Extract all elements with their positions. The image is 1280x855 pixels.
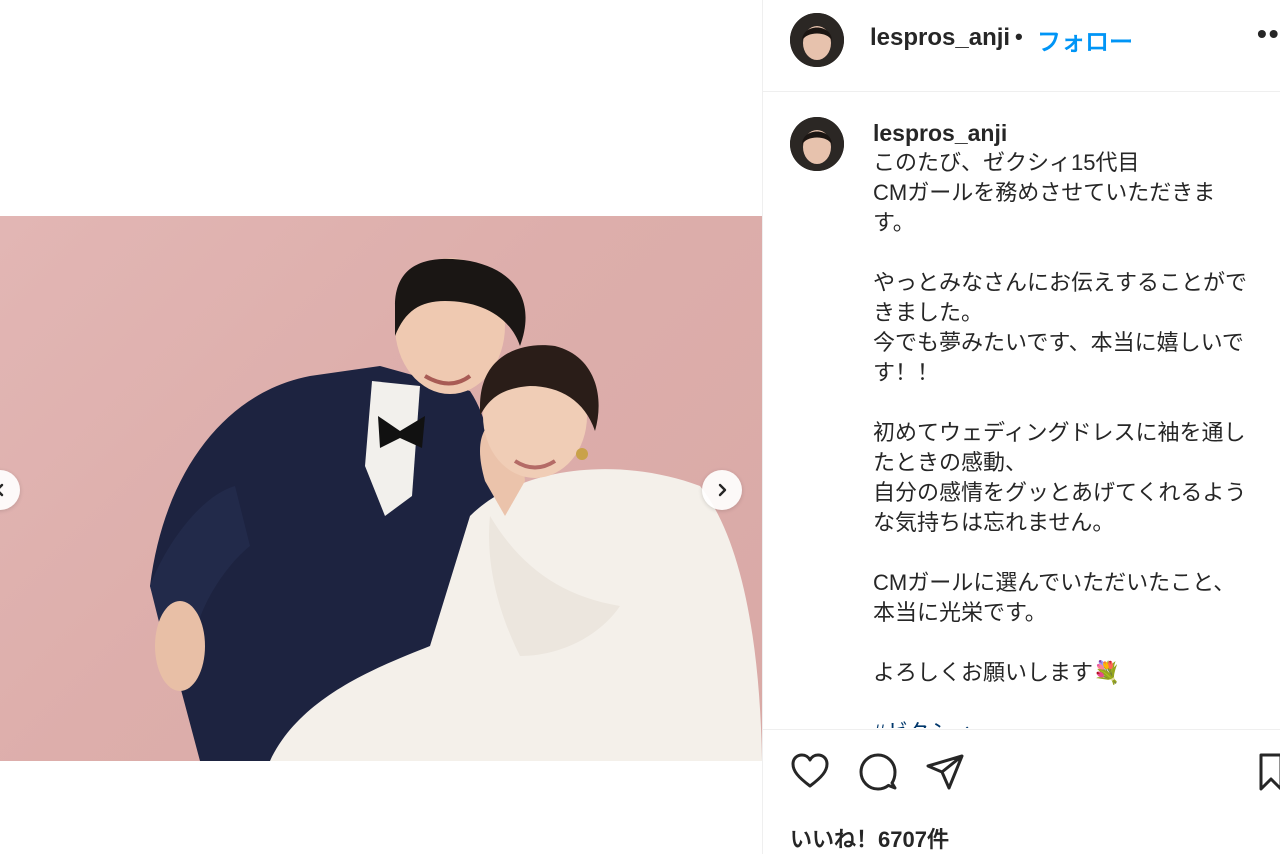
profile-photo: [790, 117, 844, 171]
post-actions: いいね！6707件: [763, 729, 1280, 855]
post-author-username[interactable]: lespros_anji: [870, 24, 1010, 52]
heart-icon: [791, 753, 829, 788]
share-button[interactable]: [925, 752, 965, 792]
post-header: lespros_anji • フォロー ••: [763, 0, 1280, 92]
post-media: [0, 0, 762, 854]
more-options-icon[interactable]: ••: [1257, 18, 1280, 50]
profile-photo: [790, 13, 844, 67]
comment-icon: [859, 753, 897, 791]
save-button[interactable]: [1258, 752, 1280, 792]
post-photo: [0, 216, 762, 761]
follow-button[interactable]: フォロー: [1037, 22, 1133, 57]
caption-text: このたび、ゼクシィ15代目 CMガールを務めさせていただきま す。 やっとみなさ…: [873, 150, 1248, 685]
like-button[interactable]: [790, 752, 830, 790]
avatar[interactable]: [790, 13, 844, 67]
chevron-left-icon: [0, 483, 4, 497]
caption-username[interactable]: lespros_anji: [873, 120, 1007, 147]
wedding-photo-illustration: [150, 258, 762, 761]
caption-text-container: このたび、ゼクシィ15代目 CMガールを務めさせていただきま す。 やっとみなさ…: [873, 148, 1271, 728]
caption-avatar[interactable]: [790, 117, 844, 171]
chevron-right-icon: [718, 483, 727, 497]
post-caption: lespros_anji このたび、ゼクシィ15代目 CMガールを務めさせていた…: [763, 92, 1280, 728]
separator-dot: •: [1015, 24, 1023, 49]
hashtag-link[interactable]: #ゼクシィ: [873, 720, 973, 728]
post-sidebar: lespros_anji • フォロー •• lespros_anji このたび…: [762, 0, 1280, 855]
next-photo-button[interactable]: [702, 470, 742, 510]
comment-button[interactable]: [858, 752, 898, 792]
like-count[interactable]: いいね！6707件: [790, 822, 949, 854]
share-icon: [926, 754, 964, 790]
bookmark-icon: [1259, 753, 1280, 791]
